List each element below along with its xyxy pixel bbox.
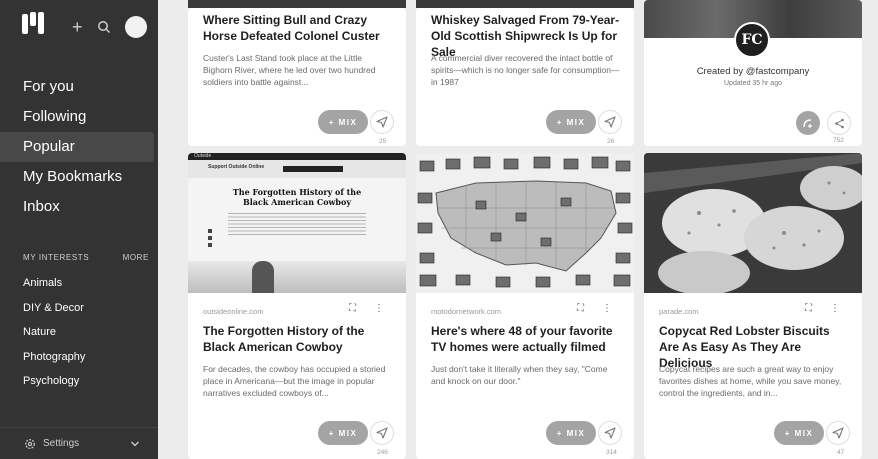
card-title[interactable]: Where Sitting Bull and Crazy Horse Defea… xyxy=(203,12,394,44)
expand-icon[interactable]: ⛶ xyxy=(349,303,356,314)
interest-item[interactable]: Psychology xyxy=(0,369,158,394)
interests-heading: MY INTERESTS xyxy=(23,253,90,262)
send-icon xyxy=(376,427,388,439)
chevron-down-icon[interactable] xyxy=(130,439,140,449)
expand-icon[interactable]: ⛶ xyxy=(577,303,584,314)
story-card[interactable]: parade.com ⛶ ⋮ Copycat Red Lobster Biscu… xyxy=(644,153,862,459)
interests-list: Animals DIY & Decor Nature Photography P… xyxy=(0,271,158,394)
nav-item-inbox[interactable]: Inbox xyxy=(0,192,158,222)
settings-label: Settings xyxy=(43,438,80,449)
story-card[interactable]: Outside Support Outside Online The Forgo… xyxy=(188,153,406,459)
share-collection-button[interactable] xyxy=(827,111,851,135)
card-description: Custer's Last Stand took place at the Li… xyxy=(203,53,376,87)
card-title[interactable]: The Forgotten History of the Black Ameri… xyxy=(203,323,394,355)
send-icon xyxy=(832,427,844,439)
mix-count: 246 xyxy=(377,449,388,456)
card-description: A commercial diver recovered the intact … xyxy=(431,53,620,87)
card-top-edge xyxy=(416,0,634,8)
share-icon xyxy=(834,118,844,128)
mix-button[interactable]: + MIX xyxy=(546,110,596,134)
card-tools: ⛶ ⋮ xyxy=(805,303,840,314)
thumb-banner: Support Outside Online xyxy=(188,160,406,178)
collection-card[interactable]: FC Created by @fastcompany Updated 35 hr… xyxy=(644,0,862,146)
more-link[interactable]: MORE xyxy=(123,253,149,262)
more-options-icon[interactable]: ⋮ xyxy=(602,303,612,314)
thumb-brand: Outside xyxy=(194,153,212,159)
interest-item[interactable]: Animals xyxy=(0,271,158,296)
sidebar-top-actions: + xyxy=(72,16,147,38)
article-thumbnail xyxy=(644,153,862,293)
avatar[interactable] xyxy=(124,16,147,38)
thumb-text-lines xyxy=(228,213,366,235)
story-card[interactable]: Whiskey Salvaged From 79-Year-Old Scotti… xyxy=(416,8,634,146)
card-top-edge xyxy=(188,0,406,8)
thumb-photo-figure xyxy=(252,261,274,293)
card-tools: ⛶ ⋮ xyxy=(577,303,612,314)
card-source[interactable]: parade.com xyxy=(659,307,699,316)
sidebar: + For you Following Popular My Bookmarks… xyxy=(0,0,158,459)
card-title[interactable]: Here's where 48 of your favorite TV home… xyxy=(431,323,622,355)
more-options-icon[interactable]: ⋮ xyxy=(374,303,384,314)
us-map-illustration xyxy=(417,156,633,288)
settings-button[interactable]: Settings xyxy=(0,427,158,459)
share-button[interactable] xyxy=(370,421,394,445)
card-description: Just don't take it literally when they s… xyxy=(431,364,608,386)
updated-time: Updated 35 hr ago xyxy=(724,80,782,87)
thumb-social-icons xyxy=(208,229,212,249)
share-button[interactable] xyxy=(598,421,622,445)
card-description: Copycat recipes are such a great way to … xyxy=(659,364,842,398)
expand-icon[interactable]: ⛶ xyxy=(805,303,812,314)
interest-item[interactable]: Nature xyxy=(0,320,158,345)
mix-button[interactable]: + MIX xyxy=(774,421,824,445)
thumb-banner-bar xyxy=(283,166,343,172)
share-button[interactable] xyxy=(370,110,394,134)
app: + For you Following Popular My Bookmarks… xyxy=(0,0,878,459)
thumb-headline: The Forgotten History of the Black Ameri… xyxy=(232,187,362,207)
card-description: For decades, the cowboy has occupied a s… xyxy=(203,364,386,398)
add-icon[interactable]: + xyxy=(72,18,83,36)
card-source[interactable]: motodornetwork.com xyxy=(431,307,501,316)
interests-header: MY INTERESTS MORE xyxy=(23,253,149,262)
thumb-site-header: Outside xyxy=(188,153,406,160)
interest-item[interactable]: DIY & Decor xyxy=(0,296,158,321)
nav-item-bookmarks[interactable]: My Bookmarks xyxy=(0,162,158,192)
more-options-icon[interactable]: ⋮ xyxy=(830,303,840,314)
mix-count: 752 xyxy=(833,137,844,144)
mix-button[interactable]: + MIX xyxy=(546,421,596,445)
send-icon xyxy=(376,116,388,128)
share-button[interactable] xyxy=(826,421,850,445)
article-thumbnail xyxy=(416,153,634,293)
mix-button[interactable]: + MIX xyxy=(318,421,368,445)
follow-collection-button[interactable] xyxy=(796,111,820,135)
gear-icon xyxy=(25,438,35,449)
mix-count: 25 xyxy=(379,138,387,145)
biscuits-photo xyxy=(644,153,862,293)
send-icon xyxy=(604,427,616,439)
mix-button[interactable]: + MIX xyxy=(318,110,368,134)
follow-icon xyxy=(803,119,812,128)
search-icon[interactable] xyxy=(97,20,111,34)
card-source[interactable]: outsideonline.com xyxy=(203,307,263,316)
mix-count: 26 xyxy=(607,138,615,145)
thumb-photo xyxy=(188,261,406,293)
story-card[interactable]: Where Sitting Bull and Crazy Horse Defea… xyxy=(188,8,406,146)
nav-item-popular[interactable]: Popular xyxy=(0,132,154,162)
interest-item[interactable]: Photography xyxy=(0,345,158,370)
card-tools: ⛶ ⋮ xyxy=(349,303,384,314)
nav-item-following[interactable]: Following xyxy=(0,102,158,132)
mix-logo[interactable] xyxy=(22,12,46,34)
fastcompany-logo: FC xyxy=(734,22,770,58)
mix-count: 47 xyxy=(837,449,845,456)
logo-text: FC xyxy=(741,32,763,48)
created-by[interactable]: Created by @fastcompany xyxy=(644,66,862,77)
nav-item-for-you[interactable]: For you xyxy=(0,72,158,102)
share-button[interactable] xyxy=(598,110,622,134)
story-card[interactable]: motodornetwork.com ⛶ ⋮ Here's where 48 o… xyxy=(416,153,634,459)
mix-count: 314 xyxy=(606,449,617,456)
send-icon xyxy=(604,116,616,128)
article-thumbnail: Outside Support Outside Online The Forgo… xyxy=(188,153,406,293)
sidebar-nav: For you Following Popular My Bookmarks I… xyxy=(0,72,158,222)
thumb-section: Support Outside Online xyxy=(208,164,265,170)
